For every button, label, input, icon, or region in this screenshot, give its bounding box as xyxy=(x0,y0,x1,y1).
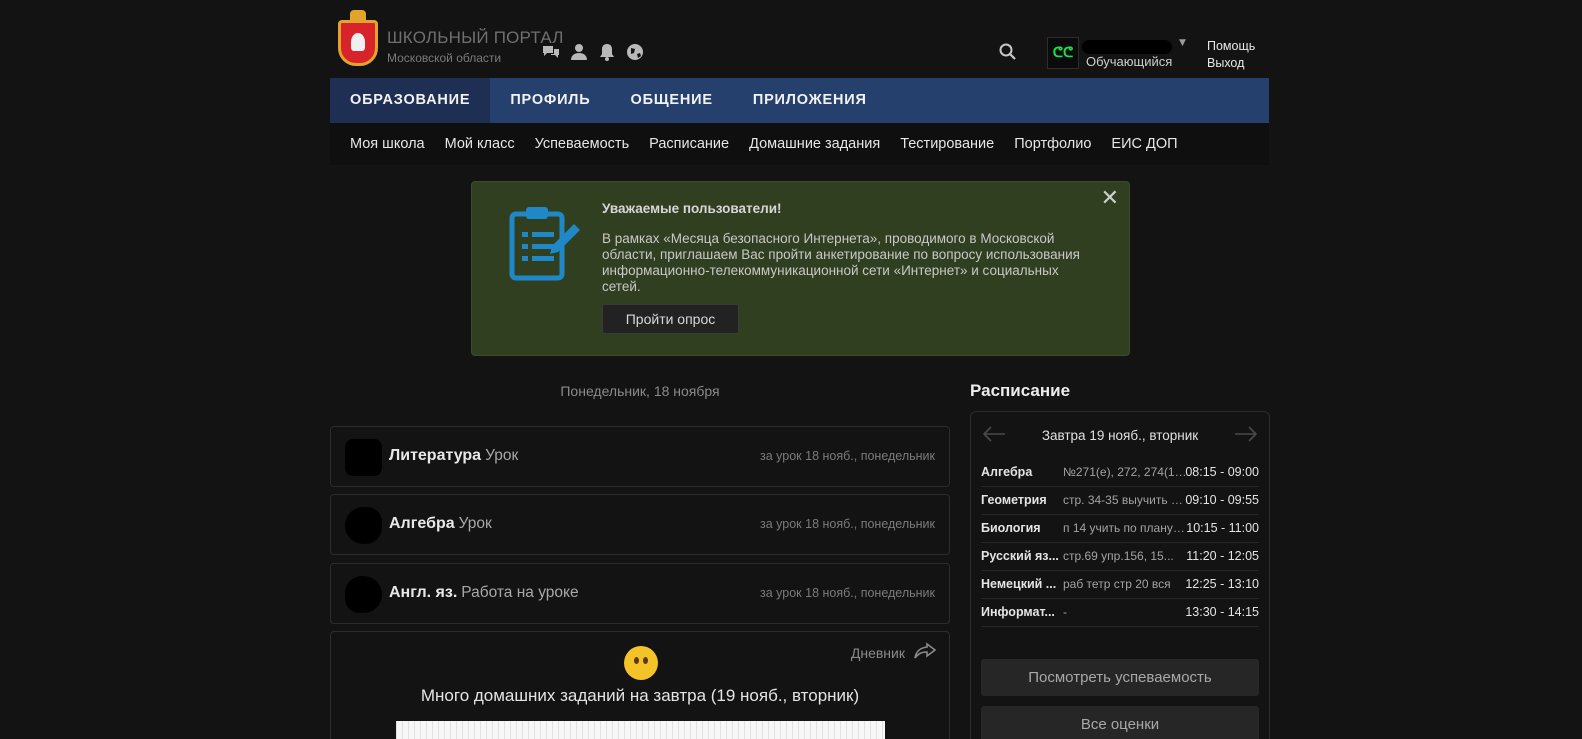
thinking-face-icon xyxy=(624,646,658,680)
feed-card-english[interactable]: Англ. яз. Работа на уроке за урок 18 нояб… xyxy=(330,563,950,624)
sub-nav-eis-dop[interactable]: ЕИС ДОП xyxy=(1111,123,1177,165)
take-survey-button[interactable]: Пройти опрос xyxy=(602,304,739,334)
site-title[interactable]: Школьный портал xyxy=(387,28,564,48)
schedule-date: Завтра 19 нояб., вторник xyxy=(1041,428,1199,443)
row-time: 13:30 - 14:15 xyxy=(1185,605,1259,619)
row-subject: Немецкий ... xyxy=(981,577,1057,591)
arrow-right-icon[interactable] xyxy=(1233,424,1259,444)
row-time: 12:25 - 13:10 xyxy=(1185,577,1259,591)
survey-banner: ✕ Уважаемые пользователи! В рамках «Меся… xyxy=(471,181,1130,356)
card-kind: Работа на уроке xyxy=(461,584,579,601)
user-name-redacted[interactable] xyxy=(1082,40,1172,54)
card-meta: за урок 18 нояб., понедельник xyxy=(760,586,935,600)
row-task: №271(е), 272, 274(1 ст.) xyxy=(1063,465,1187,479)
header-icons xyxy=(541,42,645,62)
card-subject: Англ. яз. Работа на уроке xyxy=(389,584,579,601)
sub-nav-my-school[interactable]: Моя школа xyxy=(350,123,425,165)
schedule-row[interactable]: Алгебра №271(е), 272, 274(1 ст.) 08:15 - 0… xyxy=(981,459,1259,487)
help-link[interactable]: Помощь xyxy=(1207,39,1255,53)
homework-card: Дневник Много домашних заданий на завтра… xyxy=(330,631,950,739)
row-subject: Алгебра xyxy=(981,465,1033,479)
card-kind: Урок xyxy=(458,515,492,532)
user-role: Обучающийся xyxy=(1086,54,1173,69)
schedule-widget: Завтра 19 нояб., вторник Алгебра №271(е),… xyxy=(970,411,1270,739)
row-time: 08:15 - 09:00 xyxy=(1185,465,1259,479)
sub-nav: Моя школа Мой класс Успеваемость Расписа… xyxy=(330,123,1269,165)
row-time: 09:10 - 09:55 xyxy=(1185,493,1259,507)
logout-link[interactable]: Выход xyxy=(1207,56,1244,70)
homework-title: Много домашних заданий на завтра (19 ноя… xyxy=(420,686,860,705)
view-grades-button[interactable]: Посмотреть успеваемость xyxy=(981,659,1259,696)
close-icon[interactable]: ✕ xyxy=(1101,188,1119,210)
schedule-row[interactable]: Информат... - 13:30 - 14:15 xyxy=(981,599,1259,627)
avatar[interactable]: ᕦᕦ xyxy=(1047,37,1079,69)
banner-text: В рамках «Месяца безопасного Интернета»,… xyxy=(602,231,1080,294)
sub-nav-grades[interactable]: Успеваемость xyxy=(535,123,630,165)
schedule-row[interactable]: Биология п 14 учить по плану в... 10:15 - … xyxy=(981,515,1259,543)
row-time: 10:15 - 11:00 xyxy=(1186,521,1259,535)
sub-nav-portfolio[interactable]: Портфолио xyxy=(1014,123,1091,165)
schedule-row[interactable]: Немецкий ... раб тетр стр 20 вся 12:25 - 1… xyxy=(981,571,1259,599)
main-nav: ОБРАЗОВАНИЕ ПРОФИЛЬ ОБЩЕНИЕ ПРИЛОЖЕНИЯ xyxy=(330,78,1269,123)
diary-link[interactable]: Дневник xyxy=(851,642,937,663)
teacher-avatar-redacted xyxy=(345,507,382,544)
share-arrow-icon xyxy=(913,642,937,663)
row-task: п 14 учить по плану в... xyxy=(1063,521,1187,535)
row-time: 11:20 - 12:05 xyxy=(1186,549,1259,563)
schedule-heading: Расписание xyxy=(970,381,1071,400)
row-subject: Русский яз... xyxy=(981,549,1059,563)
schedule-row[interactable]: Геометрия стр. 34-35 выучить о... 09:10 - … xyxy=(981,487,1259,515)
row-task: раб тетр стр 20 вся xyxy=(1063,577,1171,591)
sub-nav-testing[interactable]: Тестирование xyxy=(900,123,994,165)
teacher-avatar-redacted xyxy=(345,576,382,613)
feed-card-algebra[interactable]: Алгебра Урок за урок 18 нояб., понедельни… xyxy=(330,494,950,555)
main-nav-apps[interactable]: ПРИЛОЖЕНИЯ xyxy=(733,78,887,123)
card-meta: за урок 18 нояб., понедельник xyxy=(760,449,935,463)
row-subject: Геометрия xyxy=(981,493,1047,507)
schedule-row[interactable]: Русский яз... стр.69 упр.156, 15... 11:20 … xyxy=(981,543,1259,571)
clipboard-edit-icon xyxy=(508,202,582,282)
main-nav-education[interactable]: ОБРАЗОВАНИЕ xyxy=(330,78,491,123)
homework-load-chart xyxy=(396,721,885,739)
main-nav-profile[interactable]: ПРОФИЛЬ xyxy=(490,78,610,123)
card-subject: Алгебра Урок xyxy=(389,515,492,532)
feed-day-label: Понедельник, 18 ноября xyxy=(560,383,720,399)
site-header: Школьный портал Московской области ᕦᕦ ▼ … xyxy=(330,0,1270,78)
schedule-list: Алгебра №271(е), 272, 274(1 ст.) 08:15 - 0… xyxy=(981,459,1259,627)
moscow-region-emblem-logo[interactable] xyxy=(336,10,380,68)
row-subject: Информат... xyxy=(981,605,1055,619)
card-kind: Урок xyxy=(485,447,519,464)
banner-title: Уважаемые пользователи! xyxy=(602,201,782,216)
user-icon[interactable] xyxy=(569,42,589,62)
bell-icon[interactable] xyxy=(597,42,617,62)
search-icon[interactable] xyxy=(998,42,1018,62)
chevron-down-icon[interactable]: ▼ xyxy=(1179,38,1186,48)
sub-nav-my-class[interactable]: Мой класс xyxy=(445,123,515,165)
row-task: - xyxy=(1063,605,1067,619)
row-subject: Биология xyxy=(981,521,1041,535)
row-task: стр. 34-35 выучить о... xyxy=(1063,493,1187,507)
row-task: стр.69 упр.156, 15... xyxy=(1063,549,1174,563)
sub-nav-homework[interactable]: Домашние задания xyxy=(749,123,880,165)
teacher-avatar-redacted xyxy=(345,439,382,476)
chat-icon[interactable] xyxy=(541,42,561,62)
globe-icon[interactable] xyxy=(625,42,645,62)
feed-card-literature[interactable]: Литература Урок за урок 18 нояб., понедел… xyxy=(330,426,950,487)
card-subject: Литература Урок xyxy=(389,447,519,464)
card-meta: за урок 18 нояб., понедельник xyxy=(760,517,935,531)
site-subtitle: Московской области xyxy=(387,51,502,65)
all-grades-button[interactable]: Все оценки xyxy=(981,706,1259,739)
sub-nav-schedule[interactable]: Расписание xyxy=(649,123,729,165)
main-nav-communication[interactable]: ОБЩЕНИЕ xyxy=(611,78,733,123)
